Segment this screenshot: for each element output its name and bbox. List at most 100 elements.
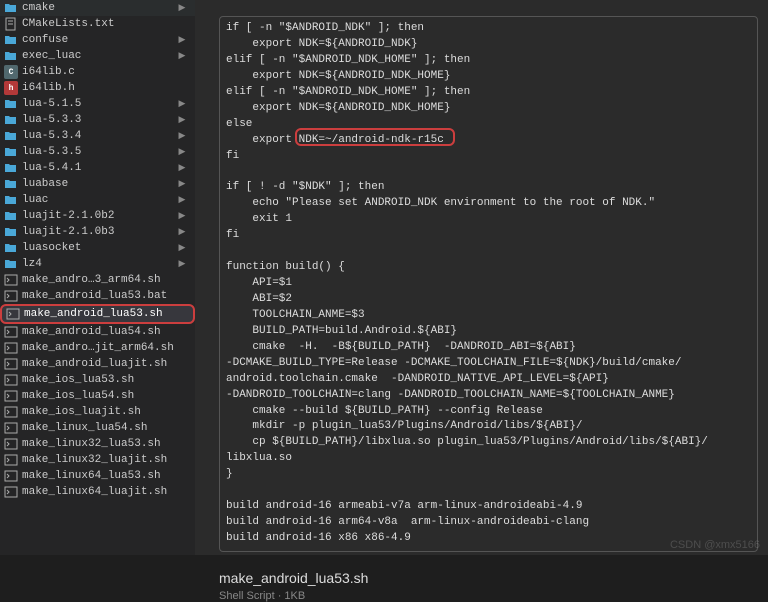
folder-icon	[4, 177, 18, 191]
text-file-icon	[4, 17, 18, 31]
tree-item-exec-luac[interactable]: exec_luac ▶	[0, 48, 195, 64]
tree-item-label: make_andro…3_arm64.sh	[22, 274, 161, 286]
tree-item-label: luasocket	[22, 242, 81, 254]
chevron-right-icon: ▶	[177, 51, 187, 61]
shell-file-icon	[6, 307, 20, 321]
folder-icon	[4, 257, 18, 271]
tree-item-lz4[interactable]: lz4 ▶	[0, 256, 195, 272]
shell-file-icon	[4, 389, 18, 403]
tree-item-label: luajit-2.1.0b2	[22, 210, 114, 222]
tree-item-lua-5-3-3[interactable]: lua-5.3.3 ▶	[0, 112, 195, 128]
folder-icon	[4, 145, 18, 159]
tree-item-label: make_ios_lua54.sh	[22, 390, 134, 402]
tree-item-make-linux32-luajit-sh[interactable]: make_linux32_luajit.sh	[0, 452, 195, 468]
tree-item-lua-5-3-5[interactable]: lua-5.3.5 ▶	[0, 144, 195, 160]
tree-item-luabase[interactable]: luabase ▶	[0, 176, 195, 192]
shell-file-icon	[4, 341, 18, 355]
tree-item-make-linux32-lua53-sh[interactable]: make_linux32_lua53.sh	[0, 436, 195, 452]
tree-item-label: lua-5.3.4	[22, 130, 81, 142]
tree-item-make-android-lua54-sh[interactable]: make_android_lua54.sh	[0, 324, 195, 340]
tree-item-label: lz4	[22, 258, 42, 270]
tree-item-label: lua-5.3.3	[22, 114, 81, 126]
tree-item-label: make_ios_lua53.sh	[22, 374, 134, 386]
tree-item-luasocket[interactable]: luasocket▶	[0, 240, 195, 256]
folder-icon	[4, 49, 18, 63]
tree-item-label: lua-5.3.5	[22, 146, 81, 158]
tree-item-label: luabase	[22, 178, 68, 190]
tree-item-make-andro-3-arm64-sh[interactable]: make_andro…3_arm64.sh	[0, 272, 195, 288]
tree-item-label: luac	[22, 194, 48, 206]
tree-item-confuse[interactable]: confuse▶	[0, 32, 195, 48]
chevron-right-icon: ▶	[177, 211, 187, 221]
file-info-name: make_android_lua53.sh	[219, 570, 758, 586]
tree-item-label: luajit-2.1.0b3	[22, 226, 114, 238]
folder-icon	[4, 129, 18, 143]
tree-item-label: make_linux32_lua53.sh	[22, 438, 161, 450]
tree-item-make-android-luajit-sh[interactable]: make_android_luajit.sh	[0, 356, 195, 372]
shell-file-icon	[4, 289, 18, 303]
tree-item-i64lib-h[interactable]: hi64lib.h	[0, 80, 195, 96]
tree-item-label: exec_luac	[22, 50, 81, 62]
tree-item-luajit-2-1-0b2[interactable]: luajit-2.1.0b2 ▶	[0, 208, 195, 224]
tree-item-make-andro-jit-arm64-sh[interactable]: make_andro…jit_arm64.sh	[0, 340, 195, 356]
tree-item-make-linux64-lua53-sh[interactable]: make_linux64_lua53.sh	[0, 468, 195, 484]
tree-item-i64lib-c[interactable]: Ci64lib.c	[0, 64, 195, 80]
folder-icon	[4, 241, 18, 255]
tree-item-lua-5-4-1[interactable]: lua-5.4.1▶	[0, 160, 195, 176]
folder-icon	[4, 33, 18, 47]
tree-item-lua-5-3-4[interactable]: lua-5.3.4▶	[0, 128, 195, 144]
tree-item-label: make_android_lua53.sh	[24, 308, 163, 320]
editor-pane: if [ -n "$ANDROID_NDK" ]; then export ND…	[195, 0, 768, 555]
folder-icon	[4, 113, 18, 127]
tree-item-label: make_linux32_luajit.sh	[22, 454, 167, 466]
shell-file-icon	[4, 357, 18, 371]
tree-item-make-linux64-luajit-sh[interactable]: make_linux64_luajit.sh	[0, 484, 195, 500]
folder-icon	[4, 97, 18, 111]
tree-item-make-ios-lua53-sh[interactable]: make_ios_lua53.sh	[0, 372, 195, 388]
shell-file-icon	[4, 453, 18, 467]
shell-file-icon	[4, 421, 18, 435]
chevron-right-icon: ▶	[177, 227, 187, 237]
chevron-right-icon: ▶	[177, 179, 187, 189]
chevron-right-icon: ▶	[177, 115, 187, 125]
folder-icon	[4, 161, 18, 175]
tree-item-lua-5-1-5[interactable]: lua-5.1.5 ▶	[0, 96, 195, 112]
shell-file-icon	[4, 437, 18, 451]
tree-item-label: make_ios_luajit.sh	[22, 406, 141, 418]
chevron-right-icon: ▶	[177, 259, 187, 269]
tree-item-luac[interactable]: luac ▶	[0, 192, 195, 208]
shell-file-icon	[4, 485, 18, 499]
tree-item-make-android-lua53-bat[interactable]: make_android_lua53.bat	[0, 288, 195, 304]
file-tree-sidebar[interactable]: cmake▶CMakeLists.txtconfuse▶exec_luac▶Ci…	[0, 0, 195, 555]
c-file-icon: C	[4, 65, 18, 79]
tree-item-label: make_android_luajit.sh	[22, 358, 167, 370]
tree-item-label: make_linux64_lua53.sh	[22, 470, 161, 482]
file-info: make_android_lua53.sh Shell Script · 1KB	[219, 570, 758, 602]
shell-file-icon	[4, 273, 18, 287]
tree-item-label: make_linux_lua54.sh	[22, 422, 147, 434]
shell-file-icon	[4, 325, 18, 339]
tree-item-make-linux-lua54-sh[interactable]: make_linux_lua54.sh	[0, 420, 195, 436]
tree-item-make-ios-lua54-sh[interactable]: make_ios_lua54.sh	[0, 388, 195, 404]
tree-item-label: lua-5.1.5	[22, 98, 81, 110]
chevron-right-icon: ▶	[177, 99, 187, 109]
tree-item-label: lua-5.4.1	[22, 162, 81, 174]
chevron-right-icon: ▶	[177, 195, 187, 205]
folder-icon	[4, 225, 18, 239]
watermark: CSDN @xmx5166	[670, 539, 760, 551]
tree-item-luajit-2-1-0b3[interactable]: luajit-2.1.0b3 ▶	[0, 224, 195, 240]
shell-file-icon	[4, 469, 18, 483]
tree-item-label: confuse	[22, 34, 68, 46]
tree-item-cmakelists-txt[interactable]: CMakeLists.txt	[0, 16, 195, 32]
shell-file-icon	[4, 405, 18, 419]
chevron-right-icon: ▶	[177, 147, 187, 157]
file-info-meta: Shell Script · 1KB	[219, 590, 758, 602]
folder-icon	[4, 209, 18, 223]
tree-item-make-android-lua53-sh[interactable]: make_android_lua53.sh	[0, 304, 195, 324]
chevron-right-icon: ▶	[177, 3, 187, 13]
tree-item-make-ios-luajit-sh[interactable]: make_ios_luajit.sh	[0, 404, 195, 420]
folder-icon	[4, 1, 18, 15]
tree-item-label: i64lib.h	[22, 82, 75, 94]
tree-item-label: make_android_lua53.bat	[22, 290, 167, 302]
tree-item-cmake[interactable]: cmake▶	[0, 0, 195, 16]
